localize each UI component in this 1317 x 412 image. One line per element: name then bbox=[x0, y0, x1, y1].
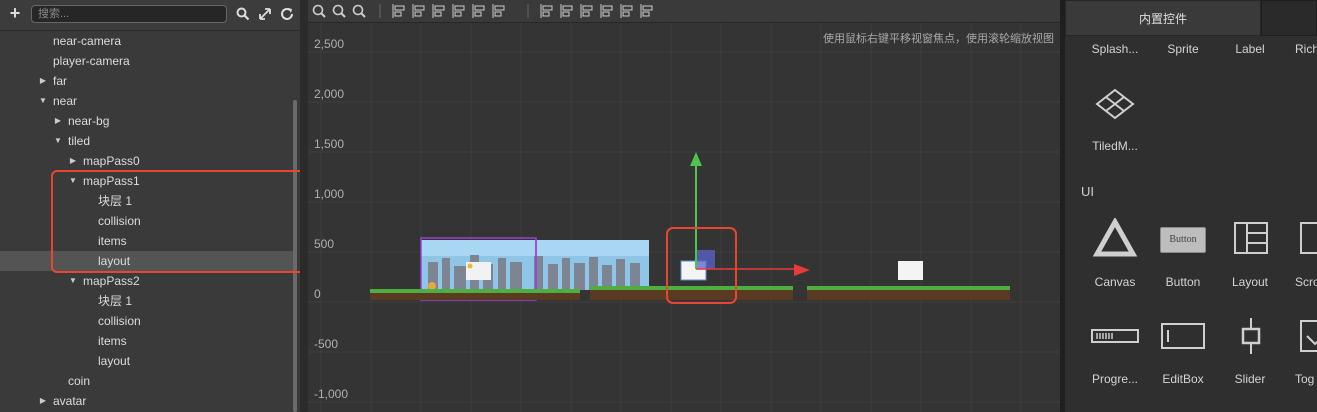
asset-canvas-label[interactable]: Canvas bbox=[1083, 275, 1147, 289]
panel-splitter[interactable] bbox=[300, 0, 308, 412]
add-node-button[interactable]: + bbox=[6, 4, 24, 23]
tree-node[interactable]: ▶ near-bg bbox=[0, 111, 293, 131]
layout-icon[interactable] bbox=[1227, 218, 1275, 258]
refresh-icon[interactable] bbox=[279, 6, 295, 22]
y-arrow-icon[interactable] bbox=[690, 152, 702, 166]
tree-node-label: coin bbox=[68, 374, 91, 388]
tree-node-label: items bbox=[98, 334, 127, 348]
collapse-all-icon[interactable] bbox=[257, 6, 273, 22]
expand-right-icon[interactable]: ▶ bbox=[68, 151, 78, 171]
search-input[interactable] bbox=[31, 5, 227, 23]
asset-tiledmap-label[interactable]: TiledM... bbox=[1083, 139, 1147, 153]
tab-other[interactable] bbox=[1261, 0, 1317, 36]
slider-icon[interactable] bbox=[1227, 316, 1275, 356]
tree-node[interactable]: ▼ mapPass2 bbox=[0, 271, 293, 291]
tree-node-label: layout bbox=[98, 354, 131, 368]
expand-down-icon[interactable]: ▼ bbox=[68, 271, 78, 291]
x-arrow-icon[interactable] bbox=[794, 264, 810, 276]
progressbar-icon[interactable] bbox=[1091, 316, 1139, 356]
tree-node[interactable]: collision bbox=[0, 311, 293, 331]
highlight-box-tree bbox=[51, 170, 326, 273]
assets-panel: 内置控件 Splash... Sprite Label Rich TiledM.… bbox=[1065, 0, 1317, 412]
asset-sprite-label[interactable]: Sprite bbox=[1151, 42, 1215, 56]
tree-node[interactable]: items bbox=[0, 331, 293, 351]
search-icon[interactable] bbox=[235, 6, 251, 22]
tree-node-label: mapPass2 bbox=[83, 274, 140, 288]
asset-progressbar-label[interactable]: Progre... bbox=[1083, 372, 1147, 386]
asset-toggle-label[interactable]: Tog bbox=[1285, 372, 1317, 386]
expand-down-icon[interactable]: ▼ bbox=[38, 91, 48, 111]
editbox-icon[interactable] bbox=[1159, 316, 1207, 356]
ui-section-heading: UI bbox=[1081, 184, 1094, 199]
tree-node[interactable]: ▶ avatar bbox=[0, 391, 293, 411]
tiledmap-icon[interactable] bbox=[1091, 84, 1139, 124]
expand-right-icon[interactable]: ▶ bbox=[38, 71, 48, 91]
tree-node-label: 块层 1 bbox=[98, 294, 133, 308]
tree-node[interactable]: near-camera bbox=[0, 31, 293, 51]
asset-editbox-label[interactable]: EditBox bbox=[1151, 372, 1215, 386]
button-icon[interactable]: Button bbox=[1160, 227, 1206, 253]
asset-richtext-label[interactable]: Rich bbox=[1285, 42, 1317, 56]
expand-right-icon[interactable]: ▶ bbox=[53, 111, 63, 131]
toggle-icon[interactable] bbox=[1293, 316, 1317, 356]
tree-node-label: avatar bbox=[53, 394, 87, 408]
tree-node[interactable]: player-camera bbox=[0, 51, 293, 71]
tab-builtin-widgets[interactable]: 内置控件 bbox=[1065, 0, 1261, 36]
tree-node-label: tiled bbox=[68, 134, 91, 148]
tree-node-label: collision bbox=[98, 314, 141, 328]
asset-button-label[interactable]: Button bbox=[1151, 275, 1215, 289]
tree-node-label: mapPass0 bbox=[83, 154, 140, 168]
tree-node[interactable]: coin bbox=[0, 371, 293, 391]
other-node[interactable] bbox=[898, 261, 923, 280]
tree-node-label: player-camera bbox=[53, 54, 130, 68]
tree-node-label: near-bg bbox=[68, 114, 110, 128]
asset-layout-label[interactable]: Layout bbox=[1218, 275, 1282, 289]
asset-label-label[interactable]: Label bbox=[1218, 42, 1282, 56]
tree-node-label: far bbox=[53, 74, 68, 88]
expand-right-icon[interactable]: ▶ bbox=[38, 391, 48, 411]
hierarchy-toolbar: + bbox=[0, 0, 300, 31]
tree-node[interactable]: ▼ near bbox=[0, 91, 293, 111]
tree-node[interactable]: ▼ tiled bbox=[0, 131, 293, 151]
asset-splash-label[interactable]: Splash... bbox=[1083, 42, 1147, 56]
tree-node[interactable]: layout bbox=[0, 351, 293, 371]
asset-scrollview-label[interactable]: Scro bbox=[1285, 275, 1317, 289]
scrollview-icon[interactable] bbox=[1293, 218, 1317, 258]
tree-node-label: near bbox=[53, 94, 78, 108]
tree-node[interactable]: 块层 1 bbox=[0, 291, 293, 311]
tree-node-label: near-camera bbox=[53, 34, 122, 48]
asset-slider-label[interactable]: Slider bbox=[1218, 372, 1282, 386]
canvas-icon[interactable] bbox=[1091, 218, 1139, 258]
expand-down-icon[interactable]: ▼ bbox=[53, 131, 63, 151]
tree-node[interactable]: ▶ mapPass0 bbox=[0, 151, 293, 171]
transform-handle-xy[interactable] bbox=[696, 250, 715, 269]
scene-content bbox=[370, 152, 1010, 304]
scene-panel[interactable]: 使用鼠标右键平移视窗焦点，使用滚轮缩放视图 2,500 2,000 1,500 1,0… bbox=[308, 0, 1060, 412]
tree-node[interactable]: ▶ far bbox=[0, 71, 293, 91]
